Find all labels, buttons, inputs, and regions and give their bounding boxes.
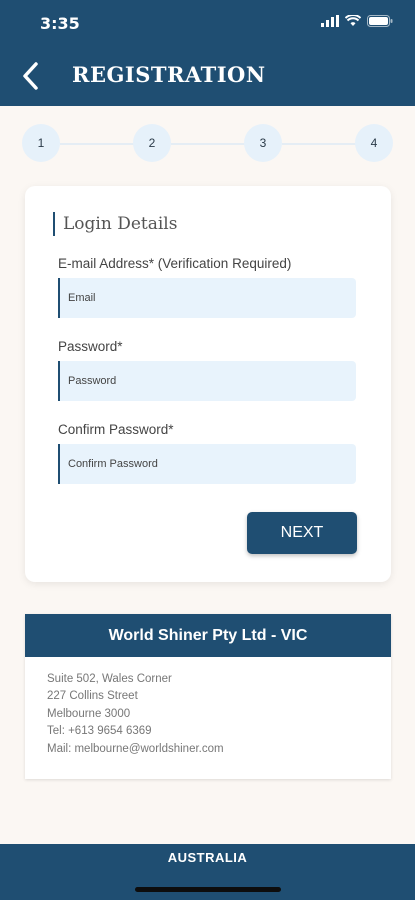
footer-country: AUSTRALIA: [167, 850, 248, 865]
step-connector: [282, 143, 356, 145]
office-address: Suite 502, Wales Corner 227 Collins Stre…: [25, 657, 391, 758]
phone-line: Tel: +613 9654 6369: [47, 725, 152, 738]
address-line: Melbourne 3000: [47, 707, 131, 720]
email-field[interactable]: [58, 278, 356, 318]
step-1: 1: [22, 124, 60, 162]
step-3: 3: [244, 124, 282, 162]
confirm-password-label: Confirm Password*: [58, 422, 174, 437]
wifi-icon: [344, 14, 362, 32]
password-field[interactable]: [58, 361, 356, 401]
address-line: 227 Collins Street: [47, 690, 138, 703]
address-line: Suite 502, Wales Corner: [47, 673, 172, 685]
email-line: Mail: melbourne@worldshiner.com: [47, 742, 224, 755]
office-card: World Shiner Pty Ltd - VIC Suite 502, Wa…: [25, 614, 391, 779]
signal-icon: [321, 14, 339, 32]
step-connector: [171, 143, 245, 145]
confirm-password-field[interactable]: [58, 444, 356, 484]
section-heading: Login Details: [53, 212, 177, 236]
battery-icon: [367, 14, 393, 32]
registration-stepper: 1 2 3 4: [22, 124, 394, 164]
status-icons: [321, 14, 393, 32]
email-label: E-mail Address* (Verification Required): [58, 256, 292, 271]
back-button[interactable]: [16, 58, 44, 94]
home-indicator: [135, 887, 281, 892]
step-2: 2: [133, 124, 171, 162]
app-header: 3:35 REGISTRATION: [0, 0, 415, 106]
step-4: 4: [355, 124, 393, 162]
page-title: REGISTRATION: [72, 62, 266, 87]
next-button[interactable]: NEXT: [247, 512, 357, 554]
chevron-left-icon: [23, 62, 38, 90]
password-label: Password*: [58, 339, 123, 354]
status-time: 3:35: [40, 14, 80, 33]
step-connector: [60, 143, 134, 145]
footer: AUSTRALIA: [0, 844, 415, 900]
office-name: World Shiner Pty Ltd - VIC: [25, 614, 391, 657]
login-details-card: Login Details E-mail Address* (Verificat…: [25, 186, 391, 582]
